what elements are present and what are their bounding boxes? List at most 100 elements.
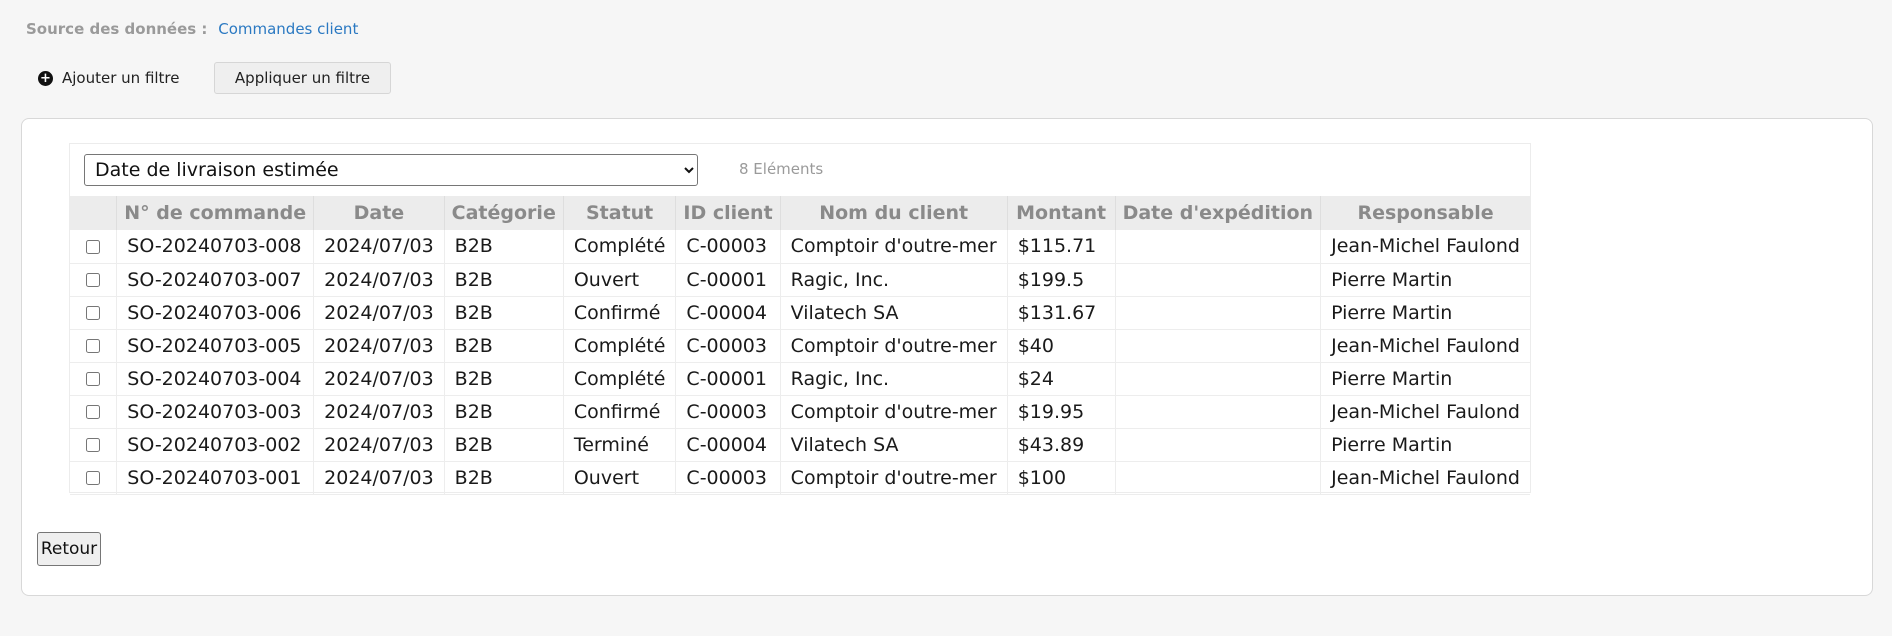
row-select-cell <box>70 461 118 495</box>
table-cell: $131.67 <box>1007 296 1116 330</box>
table-cell: Confirmé <box>563 296 677 330</box>
table-row[interactable]: SO-20240703-001 2024/07/03 B2B Ouvert C-0000… <box>70 461 1530 495</box>
column-header[interactable]: Responsable <box>1320 196 1530 230</box>
table-cell: SO-20240703-007 <box>116 263 315 297</box>
table-cell: B2B <box>444 263 564 297</box>
row-checkbox[interactable] <box>86 438 101 452</box>
table-cell: SO-20240703-004 <box>116 362 315 396</box>
data-source-line: Source des données : Commandes client <box>26 19 358 39</box>
table-cell: $19.95 <box>1007 395 1116 429</box>
table-cell: Pierre Martin <box>1320 362 1530 396</box>
table-cell: Comptoir d'outre-mer <box>780 230 1008 264</box>
table-cell <box>1115 428 1322 462</box>
table-cell: 2024/07/03 <box>313 296 445 330</box>
row-checkbox[interactable] <box>86 306 101 320</box>
table-cell: Ouvert <box>563 461 677 495</box>
table-cell: Complété <box>563 230 677 264</box>
add-filter-button[interactable]: + Ajouter un filtre <box>38 62 188 94</box>
table-cell: $115.71 <box>1007 230 1116 264</box>
table-cell: 2024/07/03 <box>313 461 445 495</box>
add-filter-label: Ajouter un filtre <box>62 69 180 87</box>
row-select-cell <box>70 428 118 462</box>
table-row[interactable]: SO-20240703-006 2024/07/03 B2B Confirmé C-00… <box>70 296 1530 330</box>
table-cell: C-00003 <box>675 461 781 495</box>
table-cell: C-00001 <box>675 362 781 396</box>
apply-filter-button[interactable]: Appliquer un filtre <box>214 62 391 94</box>
column-header[interactable]: Catégorie <box>444 196 564 230</box>
table-cell: SO-20240703-001 <box>116 461 315 495</box>
table-cell: $43.89 <box>1007 428 1116 462</box>
table-cell: 2024/07/03 <box>313 428 445 462</box>
row-checkbox[interactable] <box>86 471 101 485</box>
table-cell: Jean-Michel Faulond <box>1320 395 1530 429</box>
table-cell: Pierre Martin <box>1320 428 1530 462</box>
table-row[interactable]: SO-20240703-008 2024/07/03 B2B Complété C-00… <box>70 230 1530 264</box>
row-select-cell <box>70 395 118 429</box>
table-cell: 2024/07/03 <box>313 362 445 396</box>
table-cell: SO-20240703-006 <box>116 296 315 330</box>
column-header[interactable]: Montant <box>1007 196 1116 230</box>
field-select[interactable]: Date de livraison estimée <box>84 154 698 186</box>
table-cell: Jean-Michel Faulond <box>1320 230 1530 264</box>
table-cell: $199.5 <box>1007 263 1116 297</box>
table-body: SO-20240703-008 2024/07/03 B2B Complété C-00… <box>70 230 1530 495</box>
table-cell: 2024/07/03 <box>313 395 445 429</box>
column-header[interactable]: Statut <box>563 196 677 230</box>
table-cell: Comptoir d'outre-mer <box>780 461 1008 495</box>
table-cell: C-00003 <box>675 230 781 264</box>
table-row[interactable]: SO-20240703-007 2024/07/03 B2B Ouvert C-0000… <box>70 263 1530 297</box>
table-cell: Comptoir d'outre-mer <box>780 395 1008 429</box>
table-cell: B2B <box>444 329 564 363</box>
table-cell: 2024/07/03 <box>313 329 445 363</box>
table-cell: B2B <box>444 230 564 264</box>
row-checkbox[interactable] <box>86 239 101 254</box>
table-cell: Confirmé <box>563 395 677 429</box>
column-header[interactable]: ID client <box>675 196 781 230</box>
table-cell <box>1115 461 1322 495</box>
table-cell: B2B <box>444 362 564 396</box>
row-checkbox[interactable] <box>86 339 101 353</box>
table-cell: C-00003 <box>675 329 781 363</box>
row-checkbox[interactable] <box>86 405 101 419</box>
table-cell: Ouvert <box>563 263 677 297</box>
row-select-cell <box>70 362 118 396</box>
row-select-cell <box>70 329 118 363</box>
source-label: Source des données : <box>26 20 208 38</box>
row-select-cell <box>70 263 118 297</box>
table-row[interactable]: SO-20240703-003 2024/07/03 B2B Confirmé C-00… <box>70 395 1530 429</box>
column-header[interactable]: Date <box>313 196 445 230</box>
table-cell <box>1115 329 1322 363</box>
table-cell: Jean-Michel Faulond <box>1320 329 1530 363</box>
row-select-cell <box>70 230 118 264</box>
item-count: 8 Eléments <box>739 160 824 178</box>
column-header[interactable]: N° de commande <box>116 196 315 230</box>
column-header[interactable]: Nom du client <box>780 196 1008 230</box>
table-cell: B2B <box>444 461 564 495</box>
row-checkbox[interactable] <box>86 273 101 287</box>
table-cell: C-00001 <box>675 263 781 297</box>
back-button[interactable]: Retour <box>37 532 101 566</box>
table-cell: $100 <box>1007 461 1116 495</box>
table-cell: Ragic, Inc. <box>780 263 1008 297</box>
table-cell: $24 <box>1007 362 1116 396</box>
source-link[interactable]: Commandes client <box>218 20 358 38</box>
table-cell <box>1115 230 1322 264</box>
table-row[interactable]: SO-20240703-005 2024/07/03 B2B Complété C-00… <box>70 329 1530 363</box>
table-header-row: N° de commande Date Catégorie Statut ID clie… <box>70 196 1530 230</box>
table-cell: C-00004 <box>675 296 781 330</box>
table-cell: SO-20240703-008 <box>116 230 315 264</box>
table-cell <box>1115 263 1322 297</box>
table-cell: C-00004 <box>675 428 781 462</box>
column-header[interactable]: Date d'expédition <box>1115 196 1322 230</box>
table-cell: B2B <box>444 428 564 462</box>
table-cell: Jean-Michel Faulond <box>1320 461 1530 495</box>
table-cell: Terminé <box>563 428 677 462</box>
header-select <box>70 196 118 230</box>
row-checkbox[interactable] <box>86 372 101 386</box>
table-cell <box>1115 362 1322 396</box>
table-cell: SO-20240703-005 <box>116 329 315 363</box>
results-panel: Date de livraison estimée 8 Eléments N° … <box>21 118 1873 596</box>
table-cell: Vilatech SA <box>780 428 1008 462</box>
table-row[interactable]: SO-20240703-004 2024/07/03 B2B Complété C-00… <box>70 362 1530 396</box>
table-row[interactable]: SO-20240703-002 2024/07/03 B2B Terminé C-000… <box>70 428 1530 462</box>
